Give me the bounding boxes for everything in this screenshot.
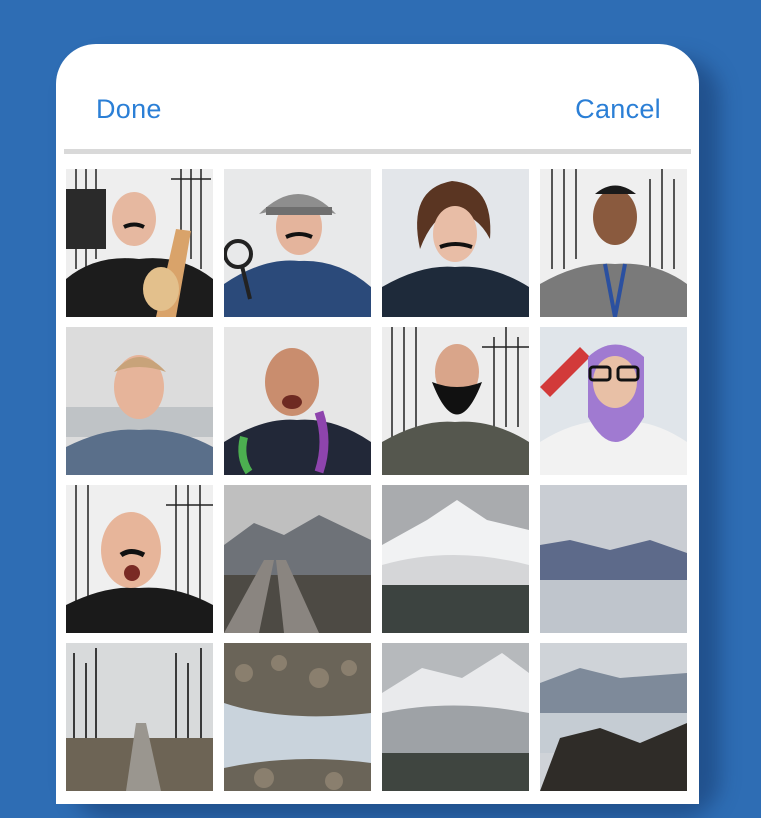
photo-grid bbox=[66, 169, 687, 791]
photo-thumbnail[interactable] bbox=[224, 485, 371, 633]
photo-thumbnail[interactable] bbox=[540, 643, 687, 791]
photo-thumbnail[interactable] bbox=[540, 485, 687, 633]
photo-thumbnail[interactable] bbox=[540, 169, 687, 317]
photo-thumbnail[interactable] bbox=[382, 169, 529, 317]
photo-thumbnail[interactable] bbox=[66, 643, 213, 791]
photo-thumbnail[interactable] bbox=[224, 169, 371, 317]
photo-thumbnail[interactable] bbox=[66, 485, 213, 633]
photo-thumbnail[interactable] bbox=[382, 643, 529, 791]
photo-thumbnail[interactable] bbox=[540, 327, 687, 475]
photo-thumbnail[interactable] bbox=[382, 327, 529, 475]
cancel-button[interactable]: Cancel bbox=[575, 94, 661, 125]
photo-thumbnail[interactable] bbox=[224, 643, 371, 791]
header-divider bbox=[64, 149, 691, 154]
photo-thumbnail[interactable] bbox=[66, 327, 213, 475]
done-button[interactable]: Done bbox=[96, 94, 162, 125]
photo-thumbnail[interactable] bbox=[66, 169, 213, 317]
picker-header: Done Cancel bbox=[56, 44, 699, 149]
photo-picker-panel: Done Cancel bbox=[56, 44, 699, 804]
photo-thumbnail[interactable] bbox=[382, 485, 529, 633]
photo-thumbnail[interactable] bbox=[224, 327, 371, 475]
